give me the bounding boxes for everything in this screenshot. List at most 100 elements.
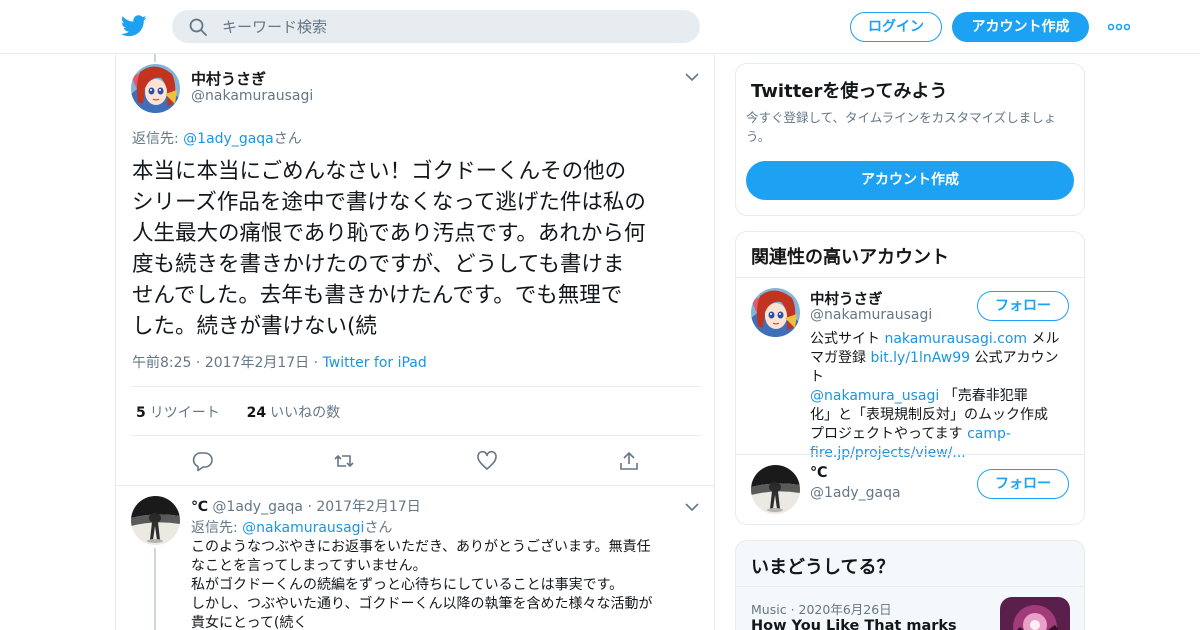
tweet-text-line: せんでした。去年も書きかけたんです。でも無理で [132,283,623,308]
reply-to-suffix: さん [364,520,393,536]
meta-separator: · [790,602,799,617]
reply-text-line: 貴女にとって(続く [191,615,308,630]
bio-text: 「売春非犯罪 [939,388,1028,404]
divider [736,454,1084,455]
tweet-text: 本当に本当にごめんなさい！ゴクドーくんその他の シリーズ作品を途中で書けなくなっ… [132,156,704,342]
reply-text-line: 私がゴクドーくんの続編をずっと心待ちにしていることは事実です。 [191,577,624,593]
bio-link[interactable]: nakamurausagi.com [884,331,1027,347]
reply-to-line: 返信先: @1ady_gaqaさん [132,128,302,148]
reply-to-handle-link[interactable]: @nakamurausagi [242,520,364,536]
replier-avatar-image [131,496,180,545]
search-box[interactable] [172,10,700,43]
tweet-text-line: 人生最大の痛恨であり恥であり汚点です。あれから何 [132,221,646,246]
bio-text: マガ登録 [810,350,871,366]
thread-connector [154,548,156,630]
chevron-down-icon[interactable] [685,72,699,82]
account-handle[interactable]: @1ady_gaqa [810,485,901,501]
top-navigation-bar: ログイン アカウント作成 [0,0,1200,54]
author-handle[interactable]: @nakamurausagi [191,88,313,104]
reply-header: ℃ @1ady_gaqa · 2017年2月17日 [191,496,421,516]
likes-stat[interactable]: 24 いいねの数 [247,405,340,421]
author-display-name[interactable]: 中村うさぎ [191,68,266,89]
bio-line: プロジェクトやってます camp- [810,425,1072,444]
tweet-text-line: 度も続きを書きかけたのですが、どうしても書けま [132,252,625,277]
bio-text: 公式サイト [810,331,885,347]
follow-button[interactable]: フォロー [977,291,1069,321]
bio-line: 化」と「表現規制反対」のムック作成 [810,407,1048,423]
tweet-text-line: した。続きが書けない(続 [132,314,377,339]
author-avatar-image [131,64,180,113]
meta-separator: · [307,499,312,515]
trend-category: Music [751,602,787,617]
twitter-bird-icon[interactable] [121,15,147,37]
signup-description: 今すぐ登録して、タイムラインをカスタマイズしましょ う。 [746,108,1076,146]
account-bio: 公式サイト nakamurausagi.com メル マガ登録 bit.ly/1… [810,330,1072,463]
trend-thumbnail[interactable] [1000,597,1070,630]
bio-link[interactable]: @nakamura_usagi [810,388,939,404]
tweet-text-line: 本当に本当にごめんなさい！ゴクドーくんその他の [132,159,627,184]
reply-text: このようなつぶやきにお返事をいただき、ありがとうございます。無責任 なことを言っ… [191,538,703,630]
bio-link[interactable]: bit.ly/1lnAw99 [870,350,970,366]
signup-description-line: 今すぐ登録して、タイムラインをカスタマイズしましょ [746,110,1057,125]
reply-to-prefix: 返信先: [132,131,184,147]
account-display-name[interactable]: 中村うさぎ [810,288,883,309]
trend-thumbnail-image [1000,597,1070,630]
trends-card: いまどうしてる？ Music · 2020年6月26日 How You Like… [735,540,1085,630]
avatar[interactable] [131,64,180,113]
account-handle[interactable]: @nakamurausagi [810,307,932,323]
account-avatar-image [751,288,800,337]
tweet-date: 2017年2月17日 [204,355,310,371]
follow-button[interactable]: フォロー [977,469,1069,499]
search-input[interactable] [222,10,682,43]
likes-count: 24 [246,405,267,421]
reply-to-prefix: 返信先: [191,520,243,536]
search-icon [189,18,207,36]
likes-label: いいねの数 [270,405,341,421]
bio-text: プロジェクトやってます [810,426,968,442]
reply-to-suffix: さん [273,131,302,147]
card-title: 関連性の高いアカウント [751,247,949,268]
bio-line: 公式サイト nakamurausagi.com メル [810,330,1072,349]
retweets-stat[interactable]: 5 リツイート [136,405,220,421]
divider [736,586,1084,587]
account-display-name[interactable]: ℃ [810,465,828,481]
trend-meta: Music · 2020年6月26日 [751,599,892,618]
related-accounts-card: 関連性の高いアカウント 中村うさぎ @nakamurausagi フォロー 公式… [735,231,1085,525]
reply-icon[interactable] [192,450,214,472]
like-icon[interactable] [476,450,498,472]
signup-button[interactable]: アカウント作成 [952,12,1089,42]
tweet-detail-column: 中村うさぎ @nakamurausagi 返信先: @1ady_gaqaさん 本… [115,54,715,630]
reply-text-line: なことを言ってしまってすいません。 [191,558,427,574]
tweet-source-link[interactable]: Twitter for iPad [323,355,427,371]
avatar[interactable] [131,496,180,545]
avatar[interactable] [751,465,800,514]
share-icon[interactable] [618,450,640,472]
card-title: いまどうしてる？ [751,557,895,578]
tweet-text-line: シリーズ作品を途中で書けなくなって逃げた件は私の [132,190,646,215]
signup-card-button[interactable]: アカウント作成 [746,161,1074,200]
bio-text: メル [1027,331,1060,347]
replier-display-name[interactable]: ℃ [191,499,208,515]
divider [132,386,700,387]
bio-line: @nakamura_usagi 「売春非犯罪 [810,387,1072,406]
trend-date: 2020年6月26日 [798,602,892,617]
reply-tweet[interactable]: ℃ @1ady_gaqa · 2017年2月17日 返信先: @nakamura… [116,486,714,630]
chevron-down-icon[interactable] [685,502,699,512]
bio-link[interactable]: camp- [967,426,1011,442]
trend-headline[interactable]: How You Like That marks [751,618,957,630]
divider [132,435,700,436]
more-dots-icon[interactable] [1108,23,1130,31]
retweet-icon[interactable] [333,450,355,472]
tweet-metadata: 午前8:25 · 2017年2月17日 · Twitter for iPad [132,352,427,372]
avatar[interactable] [751,288,800,337]
thread-connector [154,54,156,62]
bio-line: マガ登録 bit.ly/1lnAw99 公式アカウント [810,349,1072,387]
reply-text-line: しかし、つぶやいた通り、ゴクドーくん以降の執筆を含めた様々な活動が [191,596,653,612]
reply-to-handle-link[interactable]: @1ady_gaqa [183,131,274,147]
replier-handle[interactable]: @1ady_gaqa [212,499,303,515]
meta-separator: · [195,355,205,371]
reply-date[interactable]: 2017年2月17日 [316,499,420,515]
login-button[interactable]: ログイン [850,12,942,42]
account-avatar-image [751,465,800,514]
tweet-stats: 5 リツイート 24 いいねの数 [136,402,340,422]
